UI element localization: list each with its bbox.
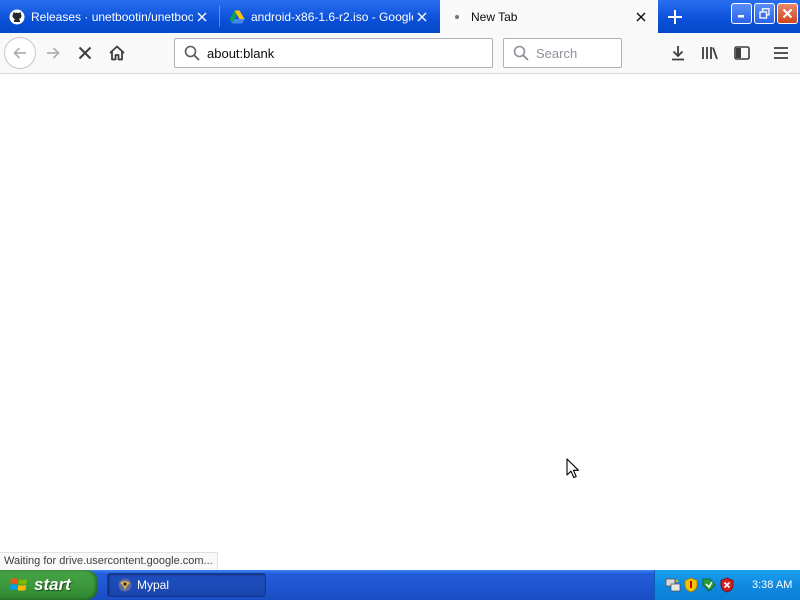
- windows-logo-icon: [9, 578, 27, 591]
- sidebar-icon: [734, 46, 750, 60]
- close-window-button[interactable]: [777, 3, 798, 24]
- back-button[interactable]: [4, 37, 36, 69]
- system-tray: 3:38 AM: [654, 570, 800, 600]
- network-icon[interactable]: [665, 577, 681, 593]
- tab-releases-unetbootin[interactable]: Releases · unetbootin/unetbootin: [0, 0, 219, 33]
- tab-title: android-x86-1.6-r2.iso - Google Drive: [251, 9, 413, 24]
- taskbar-app-button-mypal[interactable]: Mypal: [107, 573, 266, 597]
- taskbar: start Mypal 3:38 AM: [0, 570, 800, 600]
- status-bar: Waiting for drive.usercontent.google.com…: [0, 552, 218, 570]
- hamburger-menu-button[interactable]: [766, 38, 796, 68]
- taskbar-app-label: Mypal: [137, 578, 170, 592]
- back-arrow-icon: [13, 47, 26, 59]
- sidebar-toggle-button[interactable]: [727, 38, 757, 68]
- forward-arrow-icon: [47, 47, 60, 59]
- page-content: Waiting for drive.usercontent.google.com…: [0, 74, 800, 570]
- library-button[interactable]: [695, 38, 725, 68]
- github-icon: [9, 9, 25, 25]
- minimize-button[interactable]: [731, 3, 752, 24]
- antivirus-icon[interactable]: [719, 577, 735, 593]
- forward-button[interactable]: [38, 38, 68, 68]
- library-icon: [702, 47, 718, 60]
- search-icon: [182, 43, 202, 63]
- mypal-app-icon: [118, 578, 132, 592]
- home-icon: [109, 45, 125, 61]
- tab-google-drive-iso[interactable]: android-x86-1.6-r2.iso - Google Drive: [220, 0, 439, 33]
- security-shield-icon[interactable]: [683, 577, 699, 593]
- downloads-button[interactable]: [663, 38, 693, 68]
- stop-loading-button[interactable]: [70, 38, 100, 68]
- close-tab-icon[interactable]: [413, 8, 431, 26]
- close-tab-icon[interactable]: [632, 8, 650, 26]
- close-tab-icon[interactable]: [193, 8, 211, 26]
- download-icon: [672, 46, 684, 61]
- minimize-icon: [738, 15, 744, 18]
- mouse-pointer-icon: [566, 458, 580, 479]
- plus-icon: [668, 10, 682, 24]
- search-bar[interactable]: [503, 38, 622, 68]
- start-button[interactable]: start: [0, 570, 98, 600]
- clock: 3:38 AM: [752, 579, 793, 591]
- navigation-toolbar: [0, 33, 800, 74]
- home-button[interactable]: [102, 38, 132, 68]
- updates-icon[interactable]: [701, 577, 717, 593]
- start-label: start: [34, 575, 71, 594]
- restore-button[interactable]: [754, 3, 775, 24]
- search-input[interactable]: [536, 45, 616, 61]
- new-tab-button[interactable]: [660, 3, 690, 31]
- tab-title: Releases · unetbootin/unetbootin: [31, 9, 193, 24]
- google-drive-icon: [229, 9, 245, 25]
- address-bar[interactable]: [174, 38, 493, 68]
- hamburger-icon: [774, 47, 788, 59]
- tab-new-tab[interactable]: New Tab: [440, 0, 658, 33]
- close-icon: [782, 8, 793, 19]
- restore-icon: [759, 8, 770, 19]
- url-input[interactable]: [207, 45, 477, 61]
- tab-strip: Releases · unetbootin/unetbootin android…: [0, 0, 800, 33]
- search-icon: [511, 43, 531, 63]
- loading-dot-icon: [449, 9, 465, 25]
- tab-title: New Tab: [471, 9, 518, 24]
- stop-icon: [78, 46, 92, 60]
